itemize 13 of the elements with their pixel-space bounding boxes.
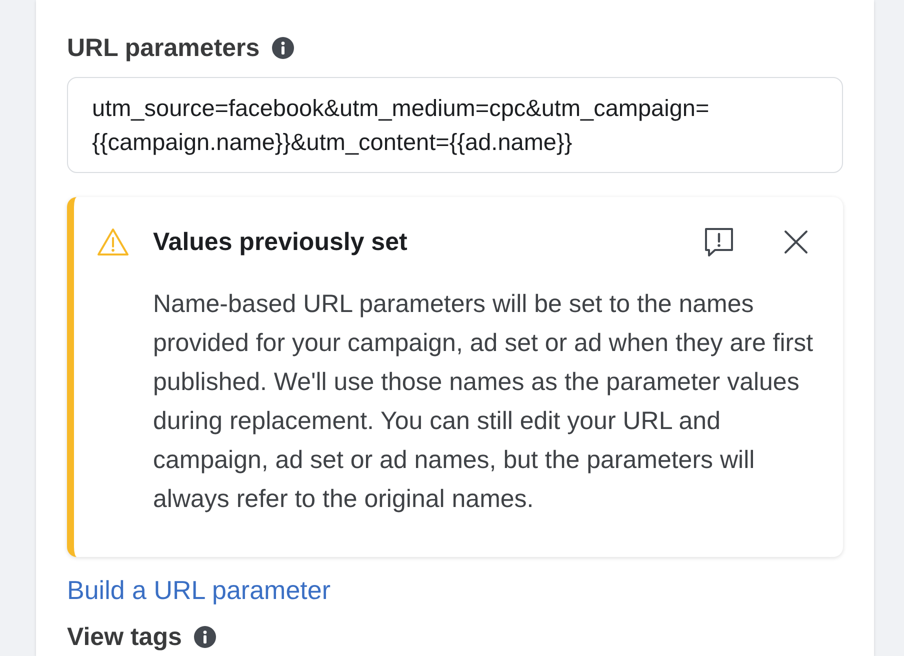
info-icon[interactable] — [272, 37, 294, 59]
url-parameters-field[interactable]: utm_source=facebook&utm_medium=cpc&utm_campaign={{campaign.name}}&utm_content={{ad.name}} — [67, 77, 843, 173]
section-heading: View tags — [67, 622, 182, 652]
feedback-button[interactable] — [704, 227, 734, 257]
close-icon — [784, 230, 808, 254]
info-icon[interactable] — [194, 626, 216, 648]
warning-icon — [97, 227, 129, 257]
build-url-parameter-link[interactable]: Build a URL parameter — [67, 574, 330, 604]
close-button[interactable] — [784, 230, 808, 254]
section-heading: URL parameters — [67, 33, 260, 63]
notice-message: Name-based URL parameters will be set to the names provided for your campaign, ad set or ad when they are first published. We'll use those names as the parameter values during replacement. You can still edit your URL and campaign, ad set or ad names, but the parameters will always refer to the original names. — [153, 288, 814, 514]
feedback-icon — [704, 227, 734, 257]
notice-title: Values previously set — [153, 227, 408, 257]
